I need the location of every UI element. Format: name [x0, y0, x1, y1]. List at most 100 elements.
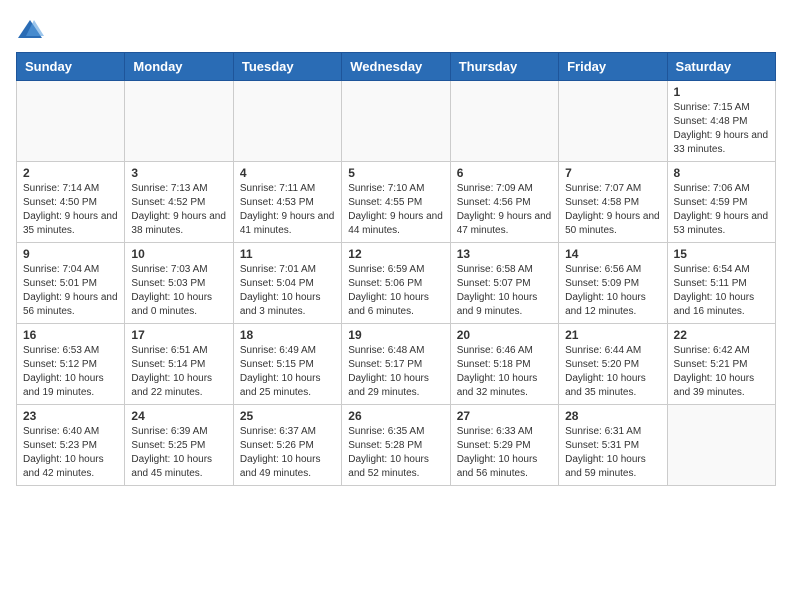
calendar-day-cell: 10 Sunrise: 7:03 AM Sunset: 5:03 PM Dayli… [125, 243, 233, 324]
day-info: Sunrise: 7:14 AM Sunset: 4:50 PM Dayligh… [23, 182, 118, 238]
calendar-week-row: 2 Sunrise: 7:14 AM Sunset: 4:50 PM Daylig… [17, 162, 776, 243]
day-info: Sunrise: 6:51 AM Sunset: 5:14 PM Dayligh… [131, 344, 226, 400]
day-info: Sunrise: 7:03 AM Sunset: 5:03 PM Dayligh… [131, 263, 226, 319]
calendar-day-cell: 15 Sunrise: 6:54 AM Sunset: 5:11 PM Dayli… [667, 243, 775, 324]
day-info: Sunrise: 6:42 AM Sunset: 5:21 PM Dayligh… [674, 344, 769, 400]
day-of-week-header: Sunday [17, 53, 125, 81]
day-number: 14 [565, 247, 660, 261]
calendar-day-cell: 5 Sunrise: 7:10 AM Sunset: 4:55 PM Daylig… [342, 162, 450, 243]
day-info: Sunrise: 6:58 AM Sunset: 5:07 PM Dayligh… [457, 263, 552, 319]
day-number: 6 [457, 166, 552, 180]
day-number: 8 [674, 166, 769, 180]
day-info: Sunrise: 7:04 AM Sunset: 5:01 PM Dayligh… [23, 263, 118, 319]
day-number: 12 [348, 247, 443, 261]
day-info: Sunrise: 6:53 AM Sunset: 5:12 PM Dayligh… [23, 344, 118, 400]
day-number: 24 [131, 409, 226, 423]
calendar-day-cell [233, 81, 341, 162]
calendar-day-cell: 23 Sunrise: 6:40 AM Sunset: 5:23 PM Dayli… [17, 405, 125, 486]
page-header [16, 16, 776, 44]
day-info: Sunrise: 6:49 AM Sunset: 5:15 PM Dayligh… [240, 344, 335, 400]
day-info: Sunrise: 7:06 AM Sunset: 4:59 PM Dayligh… [674, 182, 769, 238]
day-number: 27 [457, 409, 552, 423]
day-number: 16 [23, 328, 118, 342]
calendar-week-row: 16 Sunrise: 6:53 AM Sunset: 5:12 PM Dayli… [17, 324, 776, 405]
day-info: Sunrise: 6:46 AM Sunset: 5:18 PM Dayligh… [457, 344, 552, 400]
calendar-day-cell: 28 Sunrise: 6:31 AM Sunset: 5:31 PM Dayli… [559, 405, 667, 486]
day-number: 5 [348, 166, 443, 180]
calendar-day-cell [342, 81, 450, 162]
calendar-day-cell: 8 Sunrise: 7:06 AM Sunset: 4:59 PM Daylig… [667, 162, 775, 243]
calendar-day-cell: 9 Sunrise: 7:04 AM Sunset: 5:01 PM Daylig… [17, 243, 125, 324]
day-of-week-header: Monday [125, 53, 233, 81]
calendar-day-cell: 3 Sunrise: 7:13 AM Sunset: 4:52 PM Daylig… [125, 162, 233, 243]
day-info: Sunrise: 6:40 AM Sunset: 5:23 PM Dayligh… [23, 425, 118, 481]
day-of-week-header: Friday [559, 53, 667, 81]
calendar-day-cell: 27 Sunrise: 6:33 AM Sunset: 5:29 PM Dayli… [450, 405, 558, 486]
day-number: 4 [240, 166, 335, 180]
calendar-week-row: 23 Sunrise: 6:40 AM Sunset: 5:23 PM Dayli… [17, 405, 776, 486]
day-number: 3 [131, 166, 226, 180]
calendar-day-cell: 18 Sunrise: 6:49 AM Sunset: 5:15 PM Dayli… [233, 324, 341, 405]
day-number: 26 [348, 409, 443, 423]
logo-icon [16, 16, 44, 44]
day-info: Sunrise: 7:11 AM Sunset: 4:53 PM Dayligh… [240, 182, 335, 238]
calendar-day-cell: 19 Sunrise: 6:48 AM Sunset: 5:17 PM Dayli… [342, 324, 450, 405]
day-number: 18 [240, 328, 335, 342]
day-number: 19 [348, 328, 443, 342]
day-number: 17 [131, 328, 226, 342]
day-info: Sunrise: 7:01 AM Sunset: 5:04 PM Dayligh… [240, 263, 335, 319]
calendar-day-cell: 2 Sunrise: 7:14 AM Sunset: 4:50 PM Daylig… [17, 162, 125, 243]
calendar-week-row: 1Sunrise: 7:15 AM Sunset: 4:48 PM Daylig… [17, 81, 776, 162]
day-number: 7 [565, 166, 660, 180]
calendar-day-cell: 25 Sunrise: 6:37 AM Sunset: 5:26 PM Dayli… [233, 405, 341, 486]
calendar-day-cell: 22 Sunrise: 6:42 AM Sunset: 5:21 PM Dayli… [667, 324, 775, 405]
day-info: Sunrise: 6:31 AM Sunset: 5:31 PM Dayligh… [565, 425, 660, 481]
calendar-day-cell [125, 81, 233, 162]
calendar-day-cell [450, 81, 558, 162]
calendar-table: SundayMondayTuesdayWednesdayThursdayFrid… [16, 52, 776, 486]
day-info: Sunrise: 7:15 AM Sunset: 4:48 PM Dayligh… [674, 101, 769, 157]
day-info: Sunrise: 6:35 AM Sunset: 5:28 PM Dayligh… [348, 425, 443, 481]
day-info: Sunrise: 6:54 AM Sunset: 5:11 PM Dayligh… [674, 263, 769, 319]
day-number: 23 [23, 409, 118, 423]
day-info: Sunrise: 7:10 AM Sunset: 4:55 PM Dayligh… [348, 182, 443, 238]
calendar-day-cell: 26 Sunrise: 6:35 AM Sunset: 5:28 PM Dayli… [342, 405, 450, 486]
calendar-day-cell: 20 Sunrise: 6:46 AM Sunset: 5:18 PM Dayli… [450, 324, 558, 405]
calendar-day-cell: 24Sunrise: 6:39 AM Sunset: 5:25 PM Dayli… [125, 405, 233, 486]
calendar-day-cell [559, 81, 667, 162]
day-number: 13 [457, 247, 552, 261]
day-of-week-header: Thursday [450, 53, 558, 81]
day-info: Sunrise: 7:07 AM Sunset: 4:58 PM Dayligh… [565, 182, 660, 238]
calendar-day-cell: 13 Sunrise: 6:58 AM Sunset: 5:07 PM Dayli… [450, 243, 558, 324]
day-number: 20 [457, 328, 552, 342]
day-number: 28 [565, 409, 660, 423]
logo [16, 16, 48, 44]
day-number: 2 [23, 166, 118, 180]
calendar-week-row: 9 Sunrise: 7:04 AM Sunset: 5:01 PM Daylig… [17, 243, 776, 324]
day-info: Sunrise: 6:37 AM Sunset: 5:26 PM Dayligh… [240, 425, 335, 481]
day-number: 9 [23, 247, 118, 261]
day-info: Sunrise: 6:59 AM Sunset: 5:06 PM Dayligh… [348, 263, 443, 319]
calendar-day-cell: 11Sunrise: 7:01 AM Sunset: 5:04 PM Dayli… [233, 243, 341, 324]
calendar-day-cell: 7 Sunrise: 7:07 AM Sunset: 4:58 PM Daylig… [559, 162, 667, 243]
day-info: Sunrise: 7:13 AM Sunset: 4:52 PM Dayligh… [131, 182, 226, 238]
day-info: Sunrise: 6:56 AM Sunset: 5:09 PM Dayligh… [565, 263, 660, 319]
calendar-day-cell [17, 81, 125, 162]
day-number: 22 [674, 328, 769, 342]
day-of-week-header: Wednesday [342, 53, 450, 81]
calendar-day-cell: 14 Sunrise: 6:56 AM Sunset: 5:09 PM Dayli… [559, 243, 667, 324]
day-of-week-header: Tuesday [233, 53, 341, 81]
day-info: Sunrise: 6:48 AM Sunset: 5:17 PM Dayligh… [348, 344, 443, 400]
day-number: 25 [240, 409, 335, 423]
day-number: 15 [674, 247, 769, 261]
calendar-day-cell: 16 Sunrise: 6:53 AM Sunset: 5:12 PM Dayli… [17, 324, 125, 405]
day-number: 10 [131, 247, 226, 261]
calendar-day-cell: 4 Sunrise: 7:11 AM Sunset: 4:53 PM Daylig… [233, 162, 341, 243]
calendar-day-cell: 17 Sunrise: 6:51 AM Sunset: 5:14 PM Dayli… [125, 324, 233, 405]
day-info: Sunrise: 6:44 AM Sunset: 5:20 PM Dayligh… [565, 344, 660, 400]
day-number: 21 [565, 328, 660, 342]
calendar-day-cell: 12 Sunrise: 6:59 AM Sunset: 5:06 PM Dayli… [342, 243, 450, 324]
day-info: Sunrise: 6:33 AM Sunset: 5:29 PM Dayligh… [457, 425, 552, 481]
day-info: Sunrise: 7:09 AM Sunset: 4:56 PM Dayligh… [457, 182, 552, 238]
calendar-header-row: SundayMondayTuesdayWednesdayThursdayFrid… [17, 53, 776, 81]
